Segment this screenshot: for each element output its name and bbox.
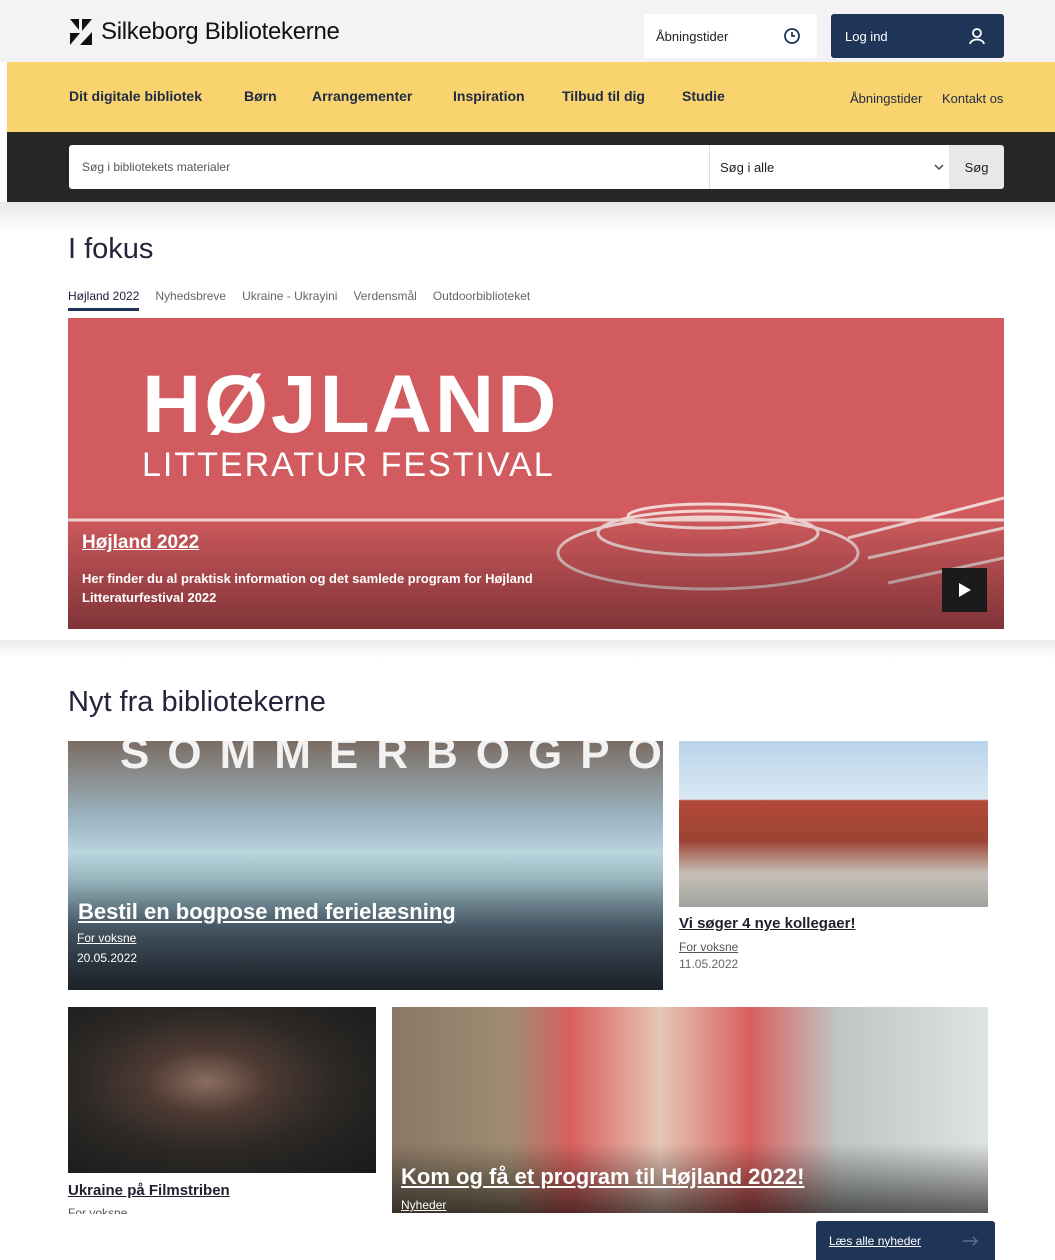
news-card-title-hojland[interactable]: Kom og få et program til Højland 2022! (401, 1164, 804, 1190)
login-button[interactable]: Log ind (831, 14, 1004, 58)
nav-item-children[interactable]: Børn (244, 88, 277, 104)
hero-title-link[interactable]: Højland 2022 (82, 532, 199, 554)
tab-newsletters[interactable]: Nyhedsbreve (155, 289, 226, 311)
play-icon (958, 583, 971, 597)
search-input[interactable]: Søg i bibliotekets materialer (69, 145, 709, 189)
news-heading: Nyt fra bibliotekerne (68, 686, 326, 718)
hero-logo-title: HØJLAND (142, 359, 560, 450)
tab-hojland-2022[interactable]: Højland 2022 (68, 289, 140, 311)
read-all-news-label: Læs alle nyheder (829, 1233, 922, 1248)
play-button[interactable] (942, 568, 987, 612)
logo-text: Silkeborg Bibliotekerne (101, 18, 340, 45)
card-shade (68, 880, 663, 990)
shadow-divider (0, 202, 1055, 232)
hero-logo-subtitle: LITTERATUR FESTIVAL (142, 446, 555, 484)
chevron-down-icon (934, 164, 944, 171)
focus-tabs: Højland 2022 Nyhedsbreve Ukraine - Ukray… (68, 289, 530, 311)
nav-item-study[interactable]: Studie (682, 88, 725, 104)
search-scope-value: Søg i alle (720, 159, 775, 175)
read-all-news-button[interactable]: Læs alle nyheder (816, 1221, 995, 1260)
arrow-right-icon (963, 1235, 979, 1246)
logo[interactable]: Silkeborg Bibliotekerne (68, 14, 340, 50)
clock-icon (784, 28, 800, 44)
focus-hero-banner[interactable]: HØJLAND LITTERATUR FESTIVAL Højland 2022… (68, 318, 1004, 629)
news-card-tag[interactable]: For voksne (68, 1206, 127, 1214)
search-button[interactable]: Søg (949, 145, 1004, 189)
nav-item-contact[interactable]: Kontakt os (942, 91, 1003, 106)
news-card-date: 20.05.2022 (77, 951, 138, 965)
news-card-tag[interactable]: Nyheder (401, 1198, 446, 1212)
section-divider (0, 640, 1055, 658)
search-scope-select[interactable]: Søg i alle (709, 145, 955, 189)
news-card-image-ukraine-film[interactable] (68, 1007, 376, 1173)
news-card-title-bogpose[interactable]: Bestil en bogpose med ferielæsning (78, 899, 456, 925)
nav-item-offers[interactable]: Tilbud til dig (562, 88, 645, 104)
hero-description: Her finder du al praktisk information og… (82, 571, 533, 605)
focus-heading: I fokus (68, 233, 154, 265)
nav-item-opening-hours[interactable]: Åbningstider (850, 91, 922, 106)
tab-ukraine[interactable]: Ukraine - Ukrayini (242, 289, 337, 311)
opening-hours-button[interactable]: Åbningstider (644, 14, 817, 58)
tab-outdoor-library[interactable]: Outdoorbiblioteket (433, 289, 530, 311)
opening-hours-label: Åbningstider (656, 28, 729, 44)
news-card-tag[interactable]: For voksne (77, 931, 136, 945)
news-card-title-kollegaer[interactable]: Vi søger 4 nye kollegaer! (679, 915, 855, 932)
nav-item-inspiration[interactable]: Inspiration (453, 88, 525, 104)
news-card-title-ukraine[interactable]: Ukraine på Filmstriben (68, 1182, 230, 1199)
image-banner-text: SOMMERBOGPOSEN (120, 741, 663, 778)
news-card-tag[interactable]: For voksne (679, 940, 738, 954)
login-label: Log ind (845, 28, 888, 44)
news-card-image-hojland-program[interactable]: Kom og få et program til Højland 2022! N… (392, 1007, 988, 1213)
nav-item-digital-library[interactable]: Dit digitale bibliotek (69, 88, 202, 104)
news-card-date: 11.05.2022 (679, 957, 739, 971)
tab-world-goals[interactable]: Verdensmål (353, 289, 416, 311)
logo-mark-icon (70, 19, 92, 45)
nav-item-events[interactable]: Arrangementer (312, 88, 412, 104)
search-bar: Søg i bibliotekets materialer Søg i alle… (7, 132, 1055, 202)
top-header: Silkeborg Bibliotekerne Åbningstider Log… (0, 0, 1055, 62)
news-card-image-bogpose[interactable]: SOMMERBOGPOSEN Bestil en bogpose med fer… (68, 741, 663, 990)
news-card-image-library-building[interactable] (679, 741, 988, 907)
user-icon (969, 28, 985, 45)
main-nav: Dit digitale bibliotek Børn Arrangemente… (7, 62, 1055, 132)
